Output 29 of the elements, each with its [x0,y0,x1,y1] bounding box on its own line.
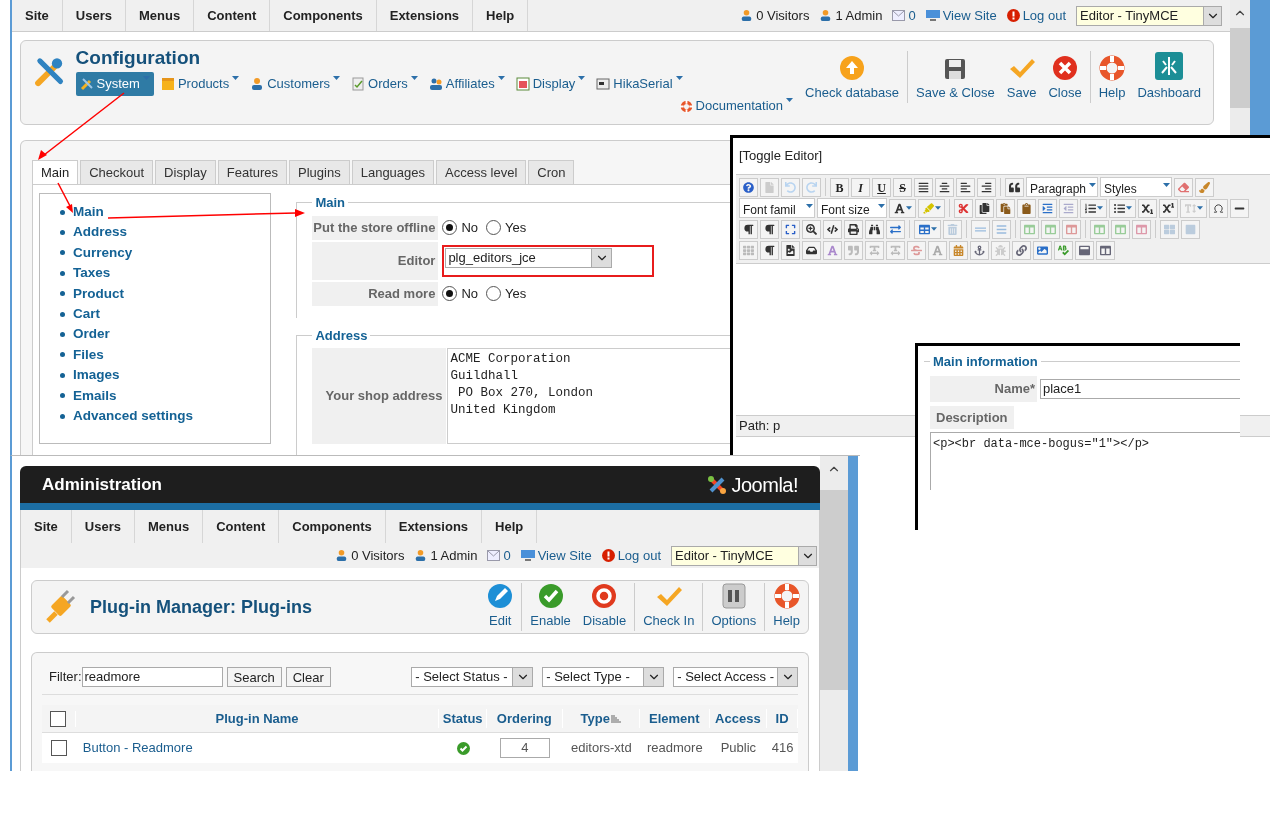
field-label: Description [930,405,1014,429]
table-cell-text: editors-xtd [570,739,633,758]
radio-label: No [461,284,478,303]
admin-count: 1 Admin [430,546,478,565]
field-label: Editor [312,241,439,280]
visitors-count: 0 Visitors [756,6,810,25]
admin-title: Administration [42,473,162,496]
fieldset-legend: Address [312,325,371,345]
admin-count: 1 Admin [835,6,883,25]
table-cell-text: readmore [646,739,704,758]
page-title: Configuration [75,46,202,70]
fieldset-legend: Main information [930,352,1041,372]
message-count: 0 [908,6,916,25]
field-label: Read more [312,281,439,306]
table-cell-text: 416 [770,739,795,758]
radio-label: Yes [505,284,527,303]
message-count: 0 [503,546,511,565]
field-label: Put the store offline [312,215,439,240]
field-label: Name* [930,375,1037,402]
fieldset-legend: Main [312,193,348,213]
filter-label: Filter: [49,668,82,687]
radio-label: Yes [505,218,527,237]
table-cell-text: Public [719,739,758,758]
radio-label: No [461,218,478,237]
visitors-count: 0 Visitors [351,546,405,565]
element-path: Path: p [739,417,781,436]
page-title: Plug-in Manager: Plug-ins [90,595,312,619]
field-label: Your shop address [312,348,447,444]
joomla-logo-text: Joomla! [731,472,798,498]
